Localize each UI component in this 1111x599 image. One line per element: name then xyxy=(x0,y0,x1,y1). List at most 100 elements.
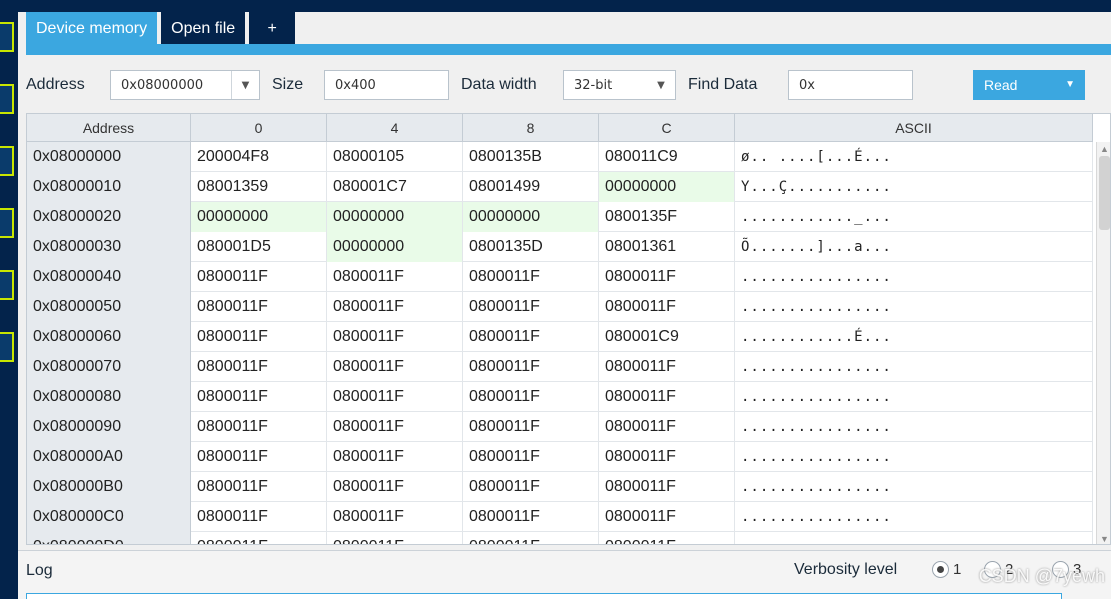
ascii-cell[interactable]: ................ xyxy=(735,382,1093,412)
data-cell[interactable]: 08001499 xyxy=(463,172,599,202)
chevron-down-icon[interactable]: ▼ xyxy=(1065,79,1075,90)
device-connect-icon[interactable] xyxy=(0,22,14,52)
add-tab-button[interactable]: + xyxy=(249,12,296,45)
column-header-0[interactable]: 0 xyxy=(191,114,327,142)
memory-icon[interactable] xyxy=(0,84,14,114)
row-address-cell[interactable]: 0x08000060 xyxy=(27,322,191,352)
row-address-cell[interactable]: 0x080000D0 xyxy=(27,532,191,544)
data-cell[interactable]: 0800135B xyxy=(463,142,599,172)
ascii-cell[interactable]: Õ.......]...a... xyxy=(735,232,1093,262)
row-address-cell[interactable]: 0x08000010 xyxy=(27,172,191,202)
data-cell[interactable]: 0800011F xyxy=(599,412,735,442)
data-cell[interactable]: 0800011F xyxy=(191,322,327,352)
ascii-cell[interactable]: ................ xyxy=(735,502,1093,532)
data-cell[interactable]: 08001361 xyxy=(599,232,735,262)
ascii-cell[interactable]: ................ xyxy=(735,352,1093,382)
chevron-down-icon[interactable]: ▼ xyxy=(231,71,259,99)
row-address-cell[interactable]: 0x080000B0 xyxy=(27,472,191,502)
data-cell[interactable]: 0800011F xyxy=(191,292,327,322)
ascii-cell[interactable]: ................ xyxy=(735,412,1093,442)
scrollbar-thumb[interactable] xyxy=(1099,156,1110,230)
data-cell[interactable]: 0800011F xyxy=(463,532,599,544)
data-cell[interactable]: 0800011F xyxy=(463,442,599,472)
data-cell[interactable]: 0800135F xyxy=(599,202,735,232)
data-cell[interactable]: 0800011F xyxy=(463,472,599,502)
option-bytes-icon[interactable] xyxy=(0,208,14,238)
data-cell[interactable]: 0800011F xyxy=(599,532,735,544)
data-cell[interactable]: 0800011F xyxy=(327,322,463,352)
swv-icon[interactable] xyxy=(0,332,14,362)
data-cell[interactable]: 0800011F xyxy=(191,262,327,292)
data-cell[interactable]: 0800011F xyxy=(599,442,735,472)
row-address-cell[interactable]: 0x08000050 xyxy=(27,292,191,322)
data-cell[interactable]: 0800011F xyxy=(191,352,327,382)
size-input[interactable]: 0x400 xyxy=(324,70,449,100)
row-address-cell[interactable]: 0x08000090 xyxy=(27,412,191,442)
vertical-scrollbar[interactable]: ▲ ▼ xyxy=(1096,142,1110,544)
ascii-cell[interactable]: ................ xyxy=(735,262,1093,292)
ascii-cell[interactable]: ................ xyxy=(735,292,1093,322)
data-cell[interactable]: 0800011F xyxy=(327,442,463,472)
data-cell[interactable]: 0800011F xyxy=(463,322,599,352)
data-cell[interactable]: 0800011F xyxy=(599,502,735,532)
data-width-select[interactable]: 32-bit ▼ xyxy=(563,70,676,100)
chevron-down-icon[interactable]: ▼ xyxy=(647,71,675,99)
column-header-ascii[interactable]: ASCII xyxy=(735,114,1093,142)
tab-device-memory[interactable]: Device memory xyxy=(26,12,158,45)
data-cell[interactable]: 0800011F xyxy=(463,292,599,322)
data-cell[interactable]: 0800011F xyxy=(599,292,735,322)
column-header-8[interactable]: 8 xyxy=(463,114,599,142)
data-cell[interactable]: 0800011F xyxy=(191,442,327,472)
column-header-c[interactable]: C xyxy=(599,114,735,142)
data-cell[interactable]: 08001359 xyxy=(191,172,327,202)
data-cell[interactable]: 080001D5 xyxy=(191,232,327,262)
data-cell[interactable]: 0800011F xyxy=(599,382,735,412)
row-address-cell[interactable]: 0x08000030 xyxy=(27,232,191,262)
tab-open-file[interactable]: Open file xyxy=(161,12,246,45)
data-cell[interactable]: 0800011F xyxy=(463,262,599,292)
sfr-icon[interactable] xyxy=(0,270,14,300)
data-cell[interactable]: 00000000 xyxy=(599,172,735,202)
data-cell[interactable]: 0800011F xyxy=(191,502,327,532)
data-cell[interactable]: 00000000 xyxy=(327,232,463,262)
data-cell[interactable]: 0800011F xyxy=(191,412,327,442)
data-cell[interactable]: 0800011F xyxy=(599,472,735,502)
log-output[interactable] xyxy=(26,593,1062,599)
data-cell[interactable]: 0800011F xyxy=(463,412,599,442)
row-address-cell[interactable]: 0x08000040 xyxy=(27,262,191,292)
column-header-address[interactable]: Address xyxy=(27,114,191,142)
erase-icon[interactable] xyxy=(0,146,14,176)
data-cell[interactable]: 0800011F xyxy=(463,352,599,382)
row-address-cell[interactable]: 0x08000070 xyxy=(27,352,191,382)
data-cell[interactable]: 080011C9 xyxy=(599,142,735,172)
data-cell[interactable]: 0800011F xyxy=(327,262,463,292)
data-cell[interactable]: 00000000 xyxy=(327,202,463,232)
data-cell[interactable]: 0800011F xyxy=(191,382,327,412)
find-data-input[interactable]: 0x xyxy=(788,70,913,100)
data-cell[interactable]: 0800135D xyxy=(463,232,599,262)
data-cell[interactable]: 0800011F xyxy=(327,502,463,532)
data-cell[interactable]: 0800011F xyxy=(327,382,463,412)
column-header-4[interactable]: 4 xyxy=(327,114,463,142)
data-cell[interactable]: 00000000 xyxy=(463,202,599,232)
row-address-cell[interactable]: 0x080000C0 xyxy=(27,502,191,532)
ascii-cell[interactable]: ø.. ....[...É... xyxy=(735,142,1093,172)
data-cell[interactable]: 0800011F xyxy=(327,472,463,502)
scroll-up-icon[interactable]: ▲ xyxy=(1100,144,1109,154)
data-cell[interactable]: 08000105 xyxy=(327,142,463,172)
data-cell[interactable]: 0800011F xyxy=(191,472,327,502)
ascii-cell[interactable]: ................ xyxy=(735,532,1093,544)
verbosity-radio-1[interactable]: 1 xyxy=(932,561,961,578)
row-address-cell[interactable]: 0x08000020 xyxy=(27,202,191,232)
data-cell[interactable]: 0800011F xyxy=(463,382,599,412)
ascii-cell[interactable]: ................ xyxy=(735,442,1093,472)
address-combo[interactable]: 0x08000000 ▼ xyxy=(110,70,260,100)
scroll-down-icon[interactable]: ▼ xyxy=(1100,534,1109,544)
data-cell[interactable]: 0800011F xyxy=(599,352,735,382)
data-cell[interactable]: 080001C7 xyxy=(327,172,463,202)
data-cell[interactable]: 0800011F xyxy=(327,292,463,322)
data-cell[interactable]: 0800011F xyxy=(327,532,463,544)
data-cell[interactable]: 0800011F xyxy=(191,532,327,544)
ascii-cell[interactable]: ............É... xyxy=(735,322,1093,352)
data-cell[interactable]: 0800011F xyxy=(463,502,599,532)
